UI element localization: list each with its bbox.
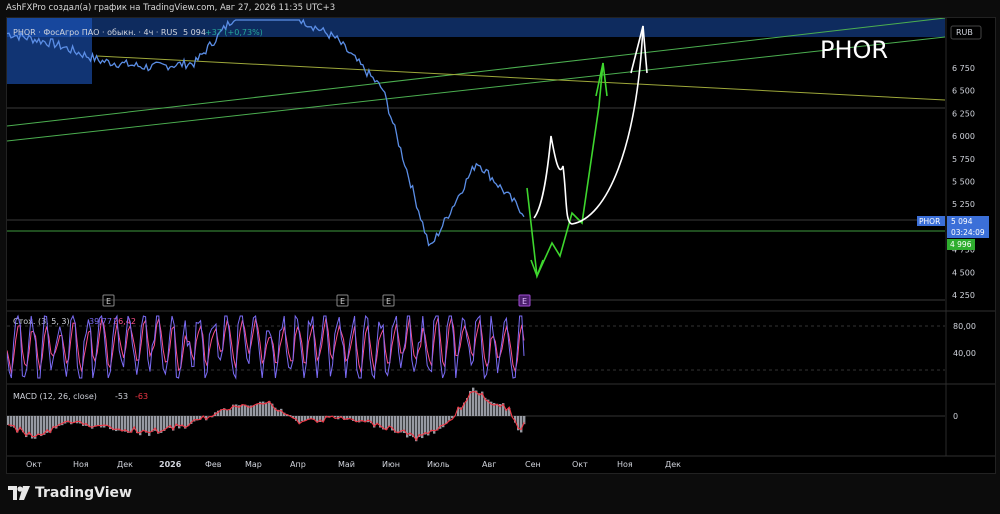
price-tag-symbol: PHOR [919, 217, 940, 226]
stoch-series [7, 314, 525, 380]
legend-symbol[interactable]: PHOR · ФосАгро ПАО · обыкн. · 4ч · RUS [13, 28, 177, 37]
macd-histogram-bar [388, 416, 391, 427]
chart-frame[interactable]: PHOR PHOR · ФосАгро ПАО · обыкн. · 4ч · … [6, 17, 996, 474]
stoch-k-line [7, 314, 525, 380]
chart-attribution: AshFXPro создал(а) график на TradingView… [6, 3, 336, 13]
macd-histogram-bar [385, 416, 388, 430]
time-axis-label: Ноя [617, 460, 633, 469]
time-axis-label: Сен [525, 460, 541, 469]
price-axis-tick: 5 750 [952, 155, 975, 164]
macd-histogram-bar [256, 404, 259, 416]
time-axis-label: Ноя [73, 460, 89, 469]
macd-histogram-bar [241, 404, 244, 416]
price-axis-tick: 4 500 [952, 268, 975, 277]
macd-title[interactable]: MACD (12, 26, close) [13, 392, 97, 401]
time-axis-label: Май [338, 460, 355, 469]
price-axis-tick: 6 000 [952, 132, 975, 141]
price-axis-tick: 5 250 [952, 200, 975, 209]
macd-histogram-bar [244, 404, 247, 416]
stoch-axis-tick: 40,00 [953, 349, 976, 358]
macd-histogram-bar [424, 416, 427, 435]
time-axis-label: Дек [665, 460, 681, 469]
stoch-axis-tick: 80,00 [953, 322, 976, 331]
macd-histogram-bar [40, 416, 43, 437]
earnings-marker-label: E [106, 297, 111, 306]
macd-histogram-bar [253, 405, 256, 416]
macd-histogram-bar [145, 416, 148, 433]
macd-histogram-bar [349, 416, 352, 419]
price-tag-countdown: 03:24:09 [951, 228, 985, 237]
time-axis-label: 2026 [159, 460, 182, 469]
price-tag-price: 5 094 [951, 217, 973, 226]
macd-histogram-bar [37, 416, 40, 435]
macd-histogram-bar [118, 416, 121, 431]
time-axis-label: Фев [205, 460, 222, 469]
projection-white [533, 25, 644, 225]
earnings-marker-label: E [386, 297, 391, 306]
price-tag-level: 4 996 [950, 240, 972, 249]
macd-histogram-bar [265, 402, 268, 416]
time-axis[interactable]: Окт Ноя Дек 2026 Фев Мар Апр Май Июн Июль Авг Сен Ок… [26, 460, 681, 469]
macd-histogram-bar [151, 416, 154, 432]
tradingview-brand: TradingView [35, 485, 132, 501]
macd-histogram-bar [496, 403, 499, 416]
time-axis-label: Окт [572, 460, 588, 469]
earnings-marker-label: E [522, 297, 527, 306]
macd-histogram-bar [127, 416, 130, 433]
time-axis-label: Июн [382, 460, 400, 469]
macd-histogram-bar [475, 390, 478, 416]
macd-value: -53 [115, 392, 128, 401]
tradingview-logo-icon [8, 486, 30, 500]
time-axis-label: Апр [290, 460, 306, 469]
macd-histogram-bar [103, 416, 106, 428]
legend-change: +37 (+0,73%) [205, 28, 263, 37]
macd-histogram-bar [301, 416, 304, 422]
legend-last-price: 5 094 [183, 28, 206, 37]
projection-green [526, 62, 604, 279]
macd-histogram-bar [478, 393, 481, 416]
tradingview-logo[interactable]: TradingView [8, 483, 132, 503]
macd-histogram-bar [166, 416, 169, 429]
macd-histogram-bar [397, 416, 400, 434]
price-axis[interactable]: 6 7506 5006 2506 0005 7505 5005 2505 000… [952, 64, 975, 300]
macd-histogram-bar [280, 408, 283, 416]
stoch-title[interactable]: Стох. (3, 5, 3) [13, 317, 70, 326]
macd-histogram-bar [7, 416, 10, 425]
earnings-marker-label: E [340, 297, 345, 306]
price-axis-tick: 6 250 [952, 109, 975, 118]
earnings-marker-upcoming[interactable]: E [518, 294, 531, 307]
macd-axis-tick: 0 [953, 412, 958, 421]
macd-histogram-bar [418, 416, 421, 438]
macd-histogram-bar [97, 416, 100, 426]
time-axis-label: Июль [427, 460, 450, 469]
macd-histogram-bar [121, 416, 124, 432]
macd-histogram-bar [142, 416, 145, 432]
macd-histogram-bar [106, 416, 109, 427]
trendline-green-lower[interactable] [7, 36, 946, 142]
trendline-olive[interactable] [96, 55, 946, 101]
price-axis-tick: 5 500 [952, 178, 975, 187]
macd-histogram-bar [94, 416, 97, 427]
macd-histogram-bar [334, 416, 337, 418]
price-axis-tick: 4 250 [952, 291, 975, 300]
price-chart[interactable]: PHOR PHOR · ФосАгро ПАО · обыкн. · 4ч · … [7, 18, 995, 473]
time-axis-label: Окт [26, 460, 42, 469]
macd-signal-value: -63 [135, 392, 148, 401]
price-axis-tick: 6 750 [952, 64, 975, 73]
time-axis-label: Авг [482, 460, 496, 469]
currency-label: RUB [956, 28, 973, 37]
time-axis-label: Мар [245, 460, 262, 469]
time-axis-label: Дек [117, 460, 133, 469]
price-axis-tick: 6 500 [952, 87, 975, 96]
macd-histogram-bar [400, 416, 403, 433]
macd-histogram-bar [229, 409, 232, 416]
macd-histogram-bar [430, 416, 433, 432]
ticker-watermark: PHOR [820, 36, 888, 64]
